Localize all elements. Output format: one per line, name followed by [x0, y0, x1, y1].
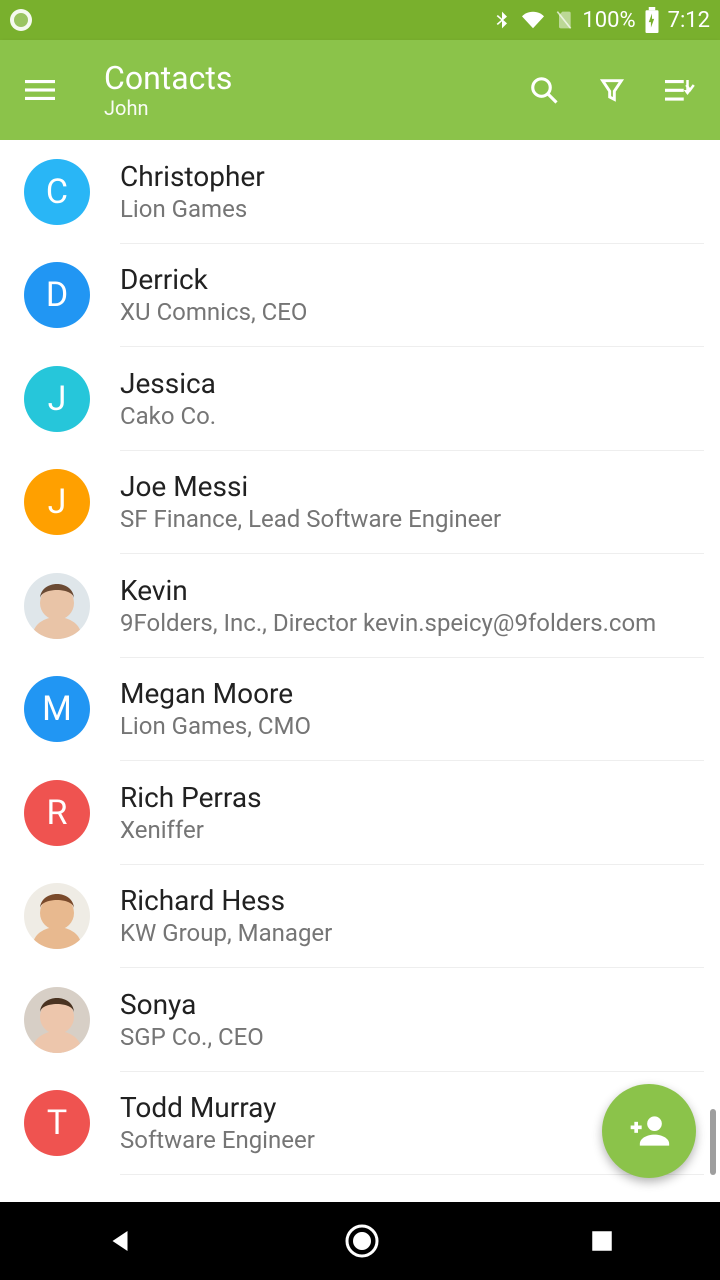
contact-detail: Lion Games, CMO	[120, 712, 704, 740]
contact-avatar[interactable]: T	[24, 1090, 90, 1156]
contact-text: Joe MessiSF Finance, Lead Software Engin…	[120, 451, 704, 555]
page-subtitle: John	[104, 97, 500, 120]
contact-avatar[interactable]: J	[24, 366, 90, 432]
add-contact-fab[interactable]	[602, 1084, 696, 1178]
app-bar: Contacts John	[0, 40, 720, 140]
contact-name: Megan Moore	[120, 677, 704, 710]
contact-row[interactable]: D DerrickXU Comnics, CEO	[0, 244, 720, 348]
contact-avatar[interactable]: M	[24, 676, 90, 742]
system-nav-bar	[0, 1202, 720, 1280]
nav-home-button[interactable]	[344, 1223, 380, 1259]
sort-button[interactable]	[656, 66, 704, 114]
contact-avatar[interactable]	[24, 573, 90, 639]
search-icon	[529, 75, 559, 105]
contact-row[interactable]: C ChristopherLion Games	[0, 140, 720, 244]
contact-list[interactable]: C ChristopherLion Games D DerrickXU Comnics…	[0, 140, 720, 1202]
contact-avatar[interactable]: R	[24, 780, 90, 846]
battery-charging-icon	[644, 7, 660, 33]
circle-home-icon	[344, 1223, 380, 1259]
triangle-back-icon	[105, 1226, 135, 1256]
contact-avatar[interactable]: J	[24, 469, 90, 535]
contact-row[interactable]: J Joe MessiSF Finance, Lead Software Engi…	[0, 451, 720, 555]
contact-avatar[interactable]	[24, 987, 90, 1053]
contact-name: Sonya	[120, 988, 704, 1021]
contact-detail: KW Group, Manager	[120, 919, 704, 947]
filter-icon	[598, 75, 626, 105]
contact-name: Rich Perras	[120, 781, 704, 814]
app-bar-titles: Contacts John	[84, 60, 500, 120]
contact-name: Jessica	[120, 367, 704, 400]
person-add-icon	[627, 1109, 671, 1153]
contact-name: Richard Hess	[120, 884, 704, 917]
contact-text: Megan MooreLion Games, CMO	[120, 658, 704, 762]
contact-text: SonyaSGP Co., CEO	[120, 968, 704, 1072]
contact-name: Joe Messi	[120, 470, 704, 503]
contact-row[interactable]: Kevin9Folders, Inc., Director kevin.spei…	[0, 554, 720, 658]
filter-button[interactable]	[588, 66, 636, 114]
contact-name: Christopher	[120, 160, 704, 193]
contact-row[interactable]: SonyaSGP Co., CEO	[0, 968, 720, 1072]
status-bar: 100% 7:12	[0, 0, 720, 40]
contact-text: Richard HessKW Group, Manager	[120, 865, 704, 969]
contact-text: Rich PerrasXeniffer	[120, 761, 704, 865]
clock-text: 7:12	[668, 8, 710, 33]
nav-recent-button[interactable]	[589, 1228, 615, 1254]
contact-name: Kevin	[120, 574, 704, 607]
contact-detail: Cako Co.	[120, 402, 704, 430]
scroll-thumb[interactable]	[710, 1109, 716, 1175]
contact-detail: SF Finance, Lead Software Engineer	[120, 505, 704, 533]
no-sim-icon	[554, 8, 574, 32]
hamburger-icon	[25, 75, 55, 105]
contact-detail: XU Comnics, CEO	[120, 298, 704, 326]
contact-text: ChristopherLion Games	[120, 140, 704, 244]
contact-row[interactable]: M Megan MooreLion Games, CMO	[0, 658, 720, 762]
contact-row[interactable]: R Rich PerrasXeniffer	[0, 761, 720, 865]
square-recent-icon	[589, 1228, 615, 1254]
contact-detail: SGP Co., CEO	[120, 1023, 704, 1051]
menu-button[interactable]	[16, 66, 64, 114]
contact-row[interactable]: J JessicaCako Co.	[0, 347, 720, 451]
battery-text: 100%	[582, 8, 635, 33]
contact-text: JessicaCako Co.	[120, 347, 704, 451]
nav-back-button[interactable]	[105, 1226, 135, 1256]
status-notification-dot	[10, 9, 32, 31]
contact-row[interactable]: Richard HessKW Group, Manager	[0, 865, 720, 969]
contact-name: Derrick	[120, 263, 704, 296]
contact-detail: Xeniffer	[120, 816, 704, 844]
contact-avatar[interactable]: C	[24, 159, 90, 225]
contact-text: DerrickXU Comnics, CEO	[120, 244, 704, 348]
contact-avatar[interactable]: D	[24, 262, 90, 328]
contact-avatar[interactable]	[24, 883, 90, 949]
contact-detail: 9Folders, Inc., Director kevin.speicy@9f…	[120, 609, 704, 637]
contact-text: Kevin9Folders, Inc., Director kevin.spei…	[120, 554, 704, 658]
screen: 100% 7:12 Contacts John CChristopherLion…	[0, 0, 720, 1280]
status-left	[10, 9, 32, 31]
sort-icon	[665, 77, 695, 103]
page-title: Contacts	[104, 60, 500, 97]
wifi-icon	[520, 9, 546, 31]
status-right: 100% 7:12	[492, 7, 710, 33]
contact-detail: Lion Games	[120, 195, 704, 223]
bluetooth-icon	[492, 7, 512, 33]
search-button[interactable]	[520, 66, 568, 114]
